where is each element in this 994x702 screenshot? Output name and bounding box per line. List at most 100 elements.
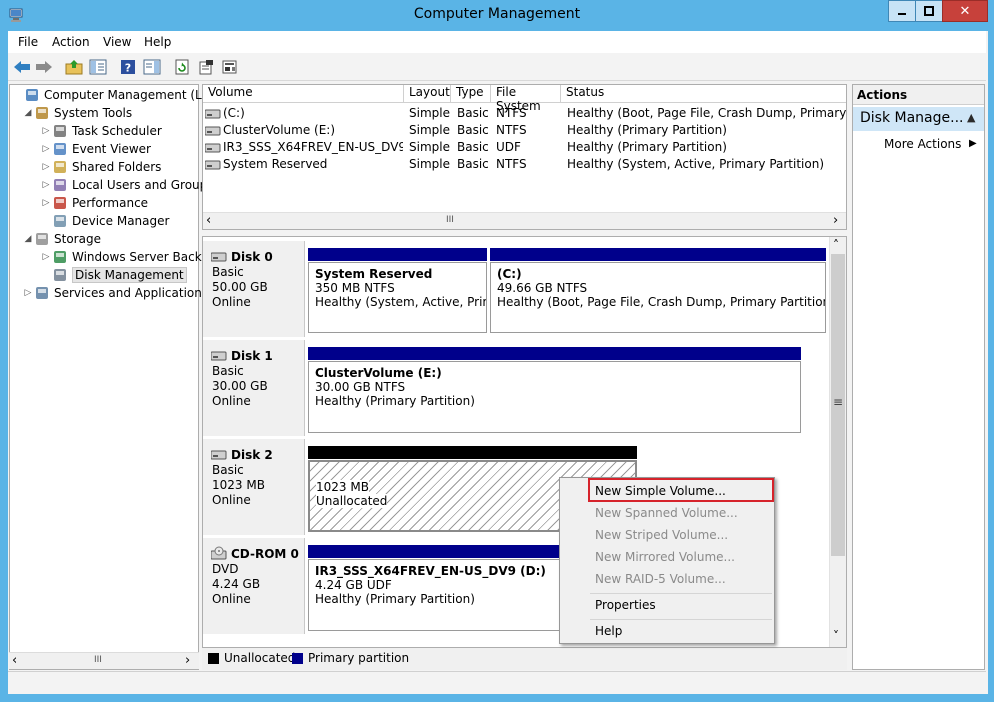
menu-item-new-striped-volume[interactable]: New Striped Volume... [593, 526, 730, 546]
maximize-button[interactable] [915, 0, 943, 22]
disk-name: Disk 1 [231, 349, 273, 363]
tree-item-device-manager[interactable]: Device Manager [40, 212, 169, 230]
actions-pane [852, 84, 985, 670]
tree-item-task-scheduler[interactable]: ▷ Task Scheduler [40, 122, 162, 140]
partition-system-reserved[interactable]: System Reserved 350 MB NTFS Healthy (Sys… [308, 262, 487, 333]
partition-e[interactable]: ClusterVolume (E:) 30.00 GB NTFS Healthy… [308, 361, 801, 433]
cdrom-0-label[interactable]: CD-ROM 0 DVD 4.24 GB Online [203, 538, 305, 634]
forward-button[interactable] [34, 57, 54, 77]
cell-status: Healthy (System, Active, Primary Partiti… [567, 157, 825, 171]
volume-list-horizontal-scrollbar[interactable]: ‹ III › [203, 212, 846, 229]
menu-item-help[interactable]: Help [593, 622, 624, 642]
tree-item-performance[interactable]: ▷ Performance [40, 194, 149, 212]
tree-item-storage[interactable]: ◢ Storage [22, 230, 101, 248]
actions-section-label: Disk Manage... [860, 110, 964, 126]
menu-help[interactable]: Help [144, 35, 171, 49]
disk-state: Online [212, 592, 251, 606]
scroll-right-arrow-icon[interactable]: › [185, 653, 190, 668]
disk-state: Online [212, 394, 251, 408]
cell-status: Healthy (Boot, Page File, Crash Dump, Pr… [567, 106, 846, 120]
show-hide-action-pane-button[interactable] [142, 57, 162, 77]
show-hide-tree-button[interactable] [88, 57, 108, 77]
disk-2-label[interactable]: Disk 2 Basic 1023 MB Online [203, 439, 305, 535]
disk-1-label[interactable]: Disk 1 Basic 30.00 GB Online [203, 340, 305, 436]
export-list-button[interactable] [196, 57, 216, 77]
menu-item-new-raid5-volume[interactable]: New RAID-5 Volume... [593, 570, 728, 590]
tree-item-windows-server-backup[interactable]: ▷ Windows Server Backup [40, 248, 217, 266]
tree-item-services-and-applications[interactable]: ▷ Services and Applications [22, 284, 209, 302]
partition-c[interactable]: (C:) 49.66 GB NTFS Healthy (Boot, Page F… [490, 262, 826, 333]
tree-horizontal-scrollbar[interactable]: ‹ III › [9, 652, 199, 669]
column-header-volume[interactable]: Volume [203, 85, 404, 103]
disk-management-icon [52, 267, 68, 283]
collapsed-arrow-icon[interactable]: ▷ [22, 288, 34, 298]
disk-settings-button[interactable] [220, 57, 240, 77]
collapsed-arrow-icon[interactable]: ▷ [40, 180, 52, 190]
tree-item-label: Disk Management [72, 267, 187, 283]
minimize-button[interactable] [888, 0, 916, 22]
status-bar [8, 671, 986, 694]
menu-file[interactable]: File [18, 35, 38, 49]
menu-item-new-spanned-volume[interactable]: New Spanned Volume... [593, 504, 740, 524]
tree-item-label: Services and Applications [54, 286, 209, 300]
disk-name: Disk 0 [231, 250, 273, 264]
collapsed-arrow-icon[interactable]: ▷ [40, 198, 52, 208]
tree-item-local-users-and-groups[interactable]: ▷ Local Users and Groups [40, 176, 214, 194]
refresh-button[interactable] [172, 57, 192, 77]
disk-0-label[interactable]: Disk 0 Basic 50.00 GB Online [203, 241, 305, 337]
performance-icon [52, 195, 68, 211]
highlight-box [588, 478, 774, 502]
collapsed-arrow-icon[interactable]: ▷ [40, 162, 52, 172]
disk-view-vertical-scrollbar[interactable]: ˄ ≡ ˅ [829, 237, 846, 647]
scroll-down-arrow-icon[interactable]: ˅ [833, 629, 839, 643]
menu-item-properties[interactable]: Properties [593, 596, 658, 616]
scroll-up-arrow-icon[interactable]: ˄ [833, 238, 839, 252]
volume-drive-icon [204, 125, 221, 139]
cell-status: Healthy (Primary Partition) [567, 123, 727, 137]
help-button[interactable]: ? [118, 57, 138, 77]
refresh-icon [175, 59, 189, 75]
dvd-drive-icon [204, 142, 221, 156]
collapse-arrow-icon[interactable]: ▲ [967, 111, 975, 124]
column-header-layout[interactable]: Layout [404, 85, 451, 103]
menu-view[interactable]: View [103, 35, 131, 49]
menu-action[interactable]: Action [52, 35, 90, 49]
cell-volume: System Reserved [223, 157, 328, 171]
tree-item-label: Event Viewer [72, 142, 151, 156]
tree-item-event-viewer[interactable]: ▷ Event Viewer [40, 140, 151, 158]
tree-item-system-tools[interactable]: ◢ System Tools [22, 104, 133, 122]
scroll-left-arrow-icon[interactable]: ‹ [12, 653, 17, 668]
partition-bar-primary [308, 545, 561, 558]
tree-item-shared-folders[interactable]: ▷ Shared Folders [40, 158, 162, 176]
clock-icon [52, 123, 68, 139]
disk-size: 30.00 GB [212, 379, 268, 393]
submenu-arrow-icon[interactable]: ▶ [969, 138, 977, 149]
actions-section-disk-management[interactable]: Disk Manage... ▲ [853, 107, 984, 131]
collapsed-arrow-icon[interactable]: ▷ [40, 126, 52, 136]
collapsed-arrow-icon[interactable]: ▷ [40, 252, 52, 262]
menu-item-new-mirrored-volume[interactable]: New Mirrored Volume... [593, 548, 737, 568]
more-actions-link[interactable]: More Actions [884, 137, 961, 151]
back-button[interactable] [12, 57, 32, 77]
tree-item-disk-management[interactable]: Disk Management [40, 266, 187, 284]
scroll-right-arrow-icon[interactable]: › [833, 213, 838, 228]
column-header-status[interactable]: Status [561, 85, 846, 103]
disk-state: Online [212, 493, 251, 507]
collapsed-arrow-icon[interactable]: ▷ [40, 144, 52, 154]
expanded-arrow-icon[interactable]: ◢ [22, 234, 34, 244]
event-viewer-icon [52, 141, 68, 157]
partition-d[interactable]: IR3_SSS_X64FREV_EN-US_DV9 (D:) 4.24 GB U… [308, 559, 561, 631]
column-header-file-system[interactable]: File System [491, 85, 561, 113]
volume-drive-icon [204, 159, 221, 173]
up-one-level-button[interactable] [64, 57, 84, 77]
scroll-left-arrow-icon[interactable]: ‹ [206, 213, 211, 228]
partition-size: 49.66 GB NTFS [497, 281, 588, 295]
column-header-type[interactable]: Type [451, 85, 491, 103]
expanded-arrow-icon[interactable]: ◢ [22, 108, 34, 118]
cell-fs: NTFS [496, 157, 527, 171]
legend-swatch-primary [292, 653, 303, 664]
close-button[interactable]: ✕ [942, 0, 988, 22]
cell-fs: UDF [496, 140, 521, 154]
tree-item-computer-management-local[interactable]: Computer Management (Local [12, 86, 226, 104]
disk-icon [211, 450, 227, 460]
